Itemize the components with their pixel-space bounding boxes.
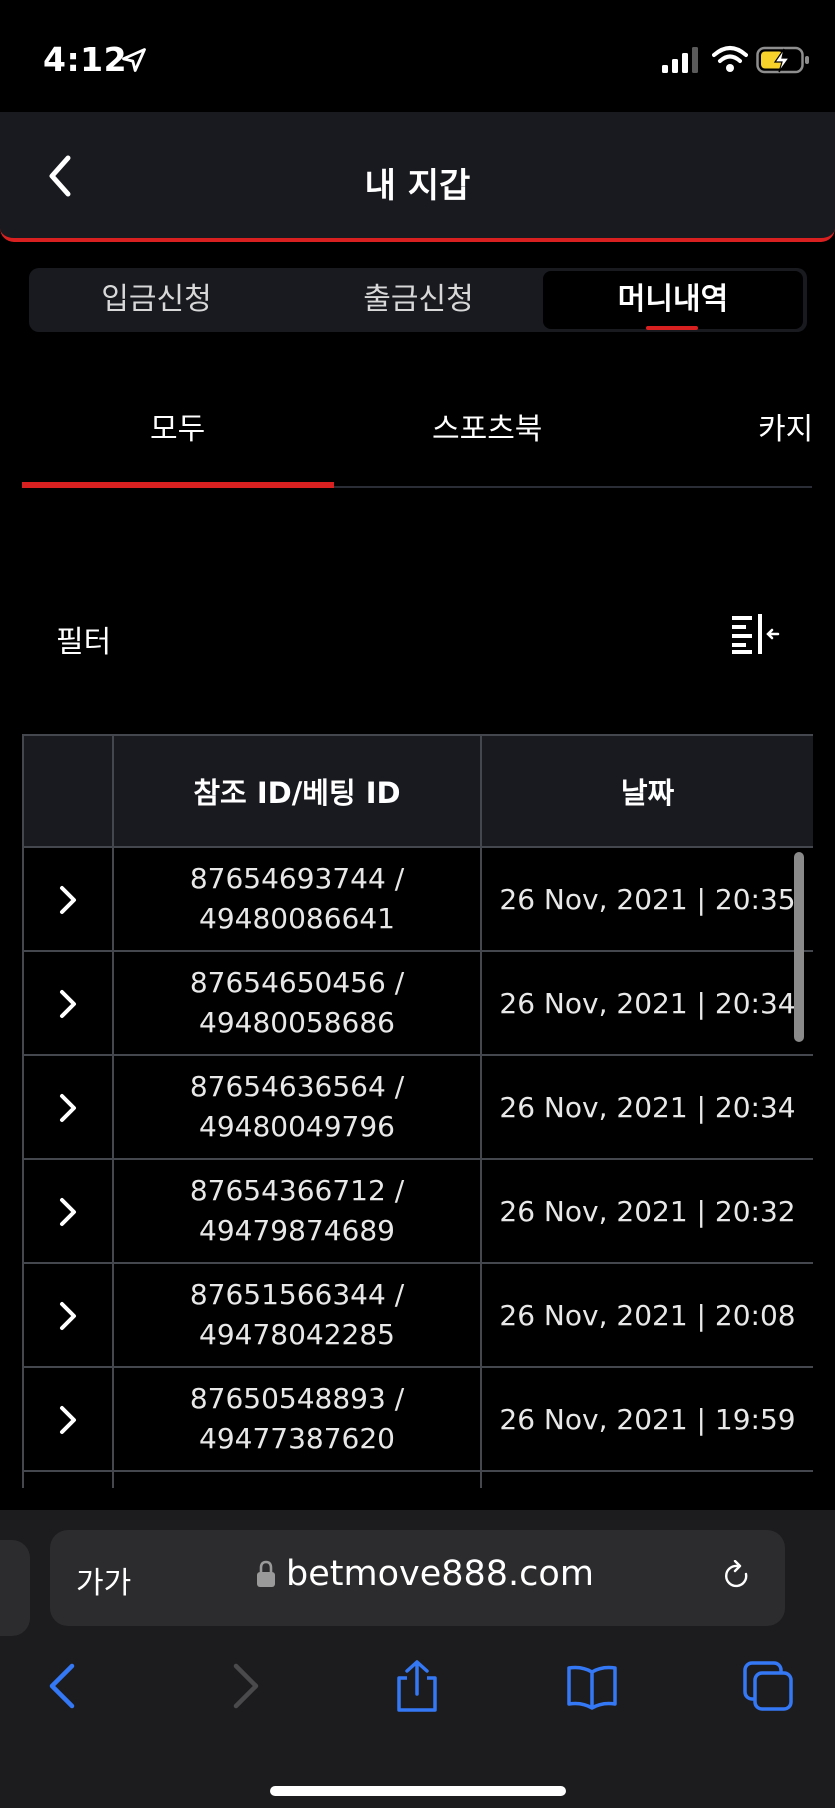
reference-id: 87654366712 /	[189, 1174, 405, 1207]
page-title: 내 지갑	[364, 166, 471, 206]
filter-label: 필터	[56, 625, 112, 660]
expand-cell[interactable]	[22, 950, 114, 1056]
bet-id: 49477387620	[199, 1422, 395, 1455]
location-arrow-icon	[122, 48, 146, 72]
status-bar: 4:12	[0, 0, 835, 112]
expand-cell[interactable]	[22, 1470, 114, 1488]
tab-withdraw-request[interactable]: 출금신청	[291, 268, 546, 332]
date-value: 26 Nov, 2021 | 20:34	[499, 1090, 796, 1124]
bet-id: 49480049796	[199, 1110, 395, 1143]
lock-icon	[257, 1560, 275, 1587]
bet-id: 49480086641	[199, 902, 395, 935]
date-value: 26 Nov, 2021 | 19:59	[499, 1402, 796, 1436]
date-cell: 26 Nov, 2021 | 20:08	[480, 1262, 813, 1368]
date-value: 26 Nov, 2021 | 20:34	[499, 986, 796, 1020]
bet-id: 49479874689	[199, 1214, 395, 1247]
date-cell: 26 Nov, 2021 | 20:34	[480, 950, 813, 1056]
reference-id: 87651566344 /	[189, 1278, 405, 1311]
reference-id-cell: 87654366712 / 49479874689	[112, 1158, 482, 1264]
table-row[interactable]: 87654366712 / 49479874689 26 Nov, 2021 | …	[22, 1158, 813, 1264]
cellular-signal-icon	[662, 47, 698, 73]
table-row[interactable]: 87650548893 / 49477387620 26 Nov, 2021 | …	[22, 1366, 813, 1472]
chevron-right-icon[interactable]	[56, 1196, 80, 1228]
reference-id-cell: 87654636564 / 49480049796	[112, 1054, 482, 1160]
reference-id: 87654636564 /	[189, 1070, 405, 1103]
bet-id: 49480058686	[199, 1006, 395, 1039]
tab-money-history[interactable]: 머니내역	[543, 271, 803, 329]
date-value: 26 Nov, 2021 | 20:32	[499, 1194, 796, 1228]
table-row[interactable]: 87654693744 / 49480086641 26 Nov, 2021 | …	[22, 846, 813, 952]
expand-cell[interactable]	[22, 846, 114, 952]
browser-forward-icon[interactable]	[218, 1660, 270, 1712]
chevron-right-icon[interactable]	[56, 884, 80, 916]
date-cell: 26 Nov, 2021 | 20:35	[480, 846, 813, 952]
reference-id-cell: 87654650456 / 49480058686	[112, 950, 482, 1056]
category-tab-casino[interactable]: 카지	[758, 404, 813, 448]
active-category-indicator	[22, 482, 334, 488]
category-tab-sportsbook[interactable]: 스포츠북	[432, 404, 542, 448]
reference-id-cell: 87654693744 / 49480086641	[112, 846, 482, 952]
active-segment-indicator	[646, 326, 698, 330]
expand-cell[interactable]	[22, 1262, 114, 1368]
wallet-segmented-control: 입금신청 출금신청 머니내역	[29, 268, 807, 332]
reference-id-cell	[112, 1470, 482, 1488]
expand-cell[interactable]	[22, 1054, 114, 1160]
browser-back-icon[interactable]	[38, 1660, 90, 1712]
reload-icon[interactable]	[722, 1560, 752, 1592]
filter-toggle-icon[interactable]	[730, 612, 780, 656]
previous-tab-preview[interactable]	[0, 1540, 30, 1636]
text-size-button[interactable]: 가가	[76, 1558, 131, 1602]
reference-id: 87650548893 /	[189, 1382, 405, 1415]
money-history-table: 참조 ID/베팅 ID 날짜 87654693744 / 49480086641 …	[22, 734, 813, 1488]
url-text[interactable]: betmove888.com	[286, 1554, 594, 1594]
date-cell: 26 Nov, 2021 | 20:32	[480, 1158, 813, 1264]
tabs-icon[interactable]	[742, 1660, 794, 1712]
table-row[interactable]: 87654650456 / 49480058686 26 Nov, 2021 | …	[22, 950, 813, 1056]
reference-id: 87654693744 /	[189, 862, 405, 895]
date-cell: 26 Nov, 2021 | 20:34	[480, 1054, 813, 1160]
date-cell	[480, 1470, 813, 1488]
table-header-row: 참조 ID/베팅 ID 날짜	[22, 734, 813, 848]
expand-cell[interactable]	[22, 1158, 114, 1264]
table-scrollbar[interactable]	[794, 852, 804, 1042]
status-time: 4:12	[43, 40, 128, 79]
address-bar[interactable]: 가가 betmove888.com	[50, 1530, 785, 1626]
table-row[interactable]: 87651566344 / 49478042285 26 Nov, 2021 | …	[22, 1262, 813, 1368]
app-header: 내 지갑	[0, 112, 835, 242]
category-tab-all[interactable]: 모두	[150, 404, 205, 448]
chevron-right-icon[interactable]	[56, 1092, 80, 1124]
reference-id-cell: 87650548893 / 49477387620	[112, 1366, 482, 1472]
tab-deposit-request[interactable]: 입금신청	[29, 268, 284, 332]
column-header-reference-id: 참조 ID/베팅 ID	[112, 734, 482, 848]
browser-toolbar: 가가 betmove888.com	[0, 1510, 835, 1808]
chevron-right-icon[interactable]	[56, 1404, 80, 1436]
chevron-right-icon[interactable]	[56, 988, 80, 1020]
wifi-icon	[712, 46, 748, 72]
bet-id: 49478042285	[199, 1318, 395, 1351]
table-row[interactable]	[22, 1470, 813, 1488]
column-header-expand	[22, 734, 114, 848]
reference-id-cell: 87651566344 / 49478042285	[112, 1262, 482, 1368]
expand-cell[interactable]	[22, 1366, 114, 1472]
bookmarks-icon[interactable]	[566, 1660, 618, 1712]
date-value: 26 Nov, 2021 | 20:35	[499, 882, 796, 916]
home-indicator	[270, 1786, 566, 1796]
column-header-date: 날짜	[480, 734, 813, 848]
date-value: 26 Nov, 2021 | 20:08	[499, 1298, 796, 1332]
date-cell: 26 Nov, 2021 | 19:59	[480, 1366, 813, 1472]
chevron-right-icon[interactable]	[56, 1300, 80, 1332]
table-row[interactable]: 87654636564 / 49480049796 26 Nov, 2021 | …	[22, 1054, 813, 1160]
battery-charging-icon	[756, 46, 809, 74]
share-icon[interactable]	[391, 1660, 443, 1712]
reference-id: 87654650456 /	[189, 966, 405, 999]
